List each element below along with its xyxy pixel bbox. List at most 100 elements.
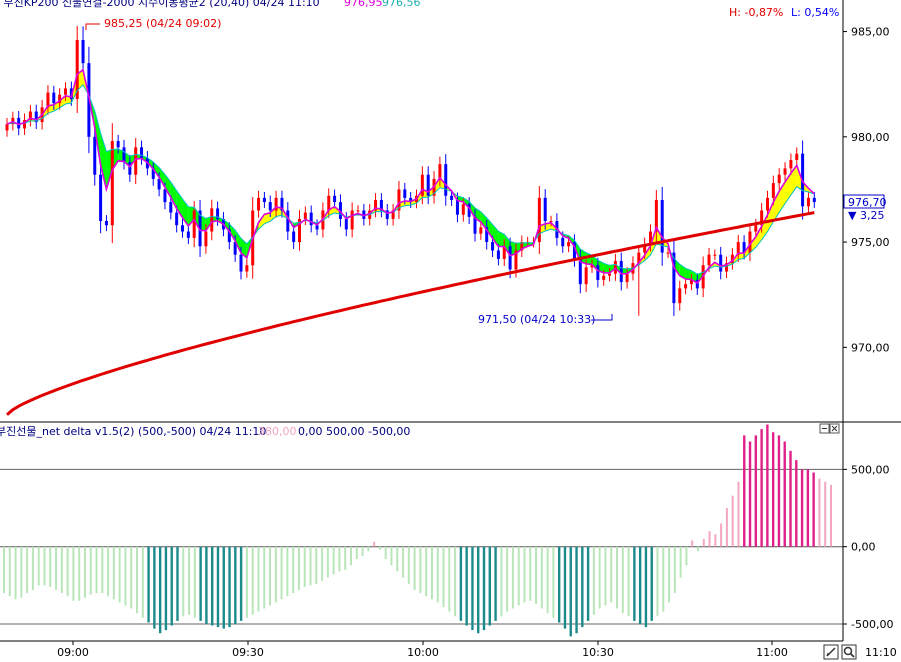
zoom-icon[interactable]	[841, 644, 857, 660]
candle	[23, 113, 27, 135]
close-button[interactable]	[829, 423, 840, 434]
candle-body	[210, 208, 214, 232]
candle	[678, 280, 682, 311]
candle-body	[327, 195, 331, 211]
price-header-ma1: 976,95	[344, 0, 383, 9]
last-price-label: 976,70	[848, 196, 887, 209]
candle-body	[450, 195, 454, 200]
candle	[783, 162, 787, 181]
candle	[75, 25, 79, 114]
high-price-label: 985,25 (04/24 09:02)	[104, 17, 221, 30]
candle-body	[754, 225, 758, 232]
candle-body	[561, 237, 565, 247]
candle-body	[777, 174, 781, 184]
candle-body	[479, 227, 483, 234]
candle	[426, 166, 430, 205]
candle	[684, 278, 688, 295]
candle	[140, 140, 144, 165]
candle	[795, 147, 799, 167]
candle-body	[292, 231, 296, 243]
candle-body	[315, 225, 319, 230]
indicator-tick-label: 0,00	[851, 541, 876, 554]
candle	[298, 210, 301, 251]
low-price-label: 971,50 (04/24 10:33)	[478, 313, 595, 326]
candle-body	[766, 197, 769, 211]
candle	[537, 185, 541, 254]
candle	[292, 224, 296, 249]
candle-body	[461, 204, 465, 215]
candle	[391, 203, 395, 226]
candle	[315, 219, 319, 236]
candle	[806, 191, 810, 213]
candle	[122, 139, 126, 170]
candle-body	[713, 254, 717, 256]
price-header: - 부진KP200 선물연결-2000 지수이동평균2 (20,40) 04/2…	[0, 0, 320, 9]
candle-body	[99, 174, 103, 222]
candle-body	[245, 265, 249, 272]
candle	[34, 104, 38, 129]
indicator-grid	[0, 468, 843, 625]
candle-body	[104, 221, 108, 226]
candle-body	[508, 246, 512, 270]
candle-body	[584, 267, 588, 285]
candle-body	[403, 189, 407, 198]
price-axis: 985,00 980,00 975,00 970,00	[843, 26, 890, 354]
candle-body	[93, 136, 97, 175]
candle-body	[806, 197, 810, 207]
moving-averages	[6, 23, 815, 416]
indicator-tick-label: -500,00	[851, 618, 893, 631]
candle-body	[169, 202, 173, 213]
candle-body	[257, 197, 261, 211]
price-panel[interactable]	[5, 23, 816, 416]
candle	[99, 162, 103, 234]
time-tick-label: 09:30	[232, 646, 264, 659]
candle	[181, 219, 184, 238]
candle-body	[181, 225, 184, 232]
candle-body	[543, 197, 547, 222]
minimize-button[interactable]	[819, 423, 830, 434]
price-tick-label: 970,00	[851, 341, 890, 354]
candle-body	[608, 273, 612, 276]
candle	[262, 191, 266, 208]
candle	[104, 215, 108, 232]
indicator-header-rest: 0,00 500,00 -500,00	[298, 425, 410, 438]
candle-body	[163, 189, 167, 203]
candle-body	[812, 197, 816, 203]
candle-body	[344, 218, 348, 230]
candle-body	[356, 210, 360, 212]
candle	[637, 245, 641, 316]
candle-body	[496, 250, 500, 259]
candle-body	[596, 265, 600, 280]
candle-body	[262, 197, 266, 203]
candle-body	[122, 147, 126, 163]
price-tick-label: 985,00	[851, 26, 890, 39]
time-tick-label: 11:00	[756, 646, 788, 659]
candle-body	[707, 254, 711, 266]
candle	[619, 252, 623, 291]
candle-body	[549, 221, 553, 223]
candle	[186, 225, 190, 245]
candle	[245, 259, 249, 278]
candle	[257, 190, 261, 218]
candle-body	[286, 210, 290, 232]
candle	[672, 239, 676, 316]
candle	[210, 199, 214, 241]
candle	[333, 189, 337, 209]
candle-body	[175, 212, 179, 226]
candle	[385, 203, 389, 226]
candle-body	[771, 183, 775, 198]
candle	[28, 105, 32, 127]
candle-body	[350, 210, 354, 230]
indicator-panel[interactable]	[0, 424, 843, 637]
candle-body	[795, 153, 799, 160]
time-axis: 09:00 09:30 10:00 10:30 11:00	[57, 641, 788, 659]
delta-bars	[3, 424, 832, 637]
indicator-header: 부진선물_net delta v1.5(2) (500,-500) 04/24 …	[0, 425, 266, 438]
chart-svg: 985,00 980,00 975,00 970,00 500,00 0,00 -500,…	[0, 0, 901, 660]
candle	[812, 191, 816, 208]
pencil-icon[interactable]	[823, 644, 839, 660]
candle	[660, 186, 664, 266]
candle-body	[64, 88, 67, 95]
indicator-tick-label: 500,00	[851, 463, 890, 476]
candle-body	[140, 147, 144, 158]
